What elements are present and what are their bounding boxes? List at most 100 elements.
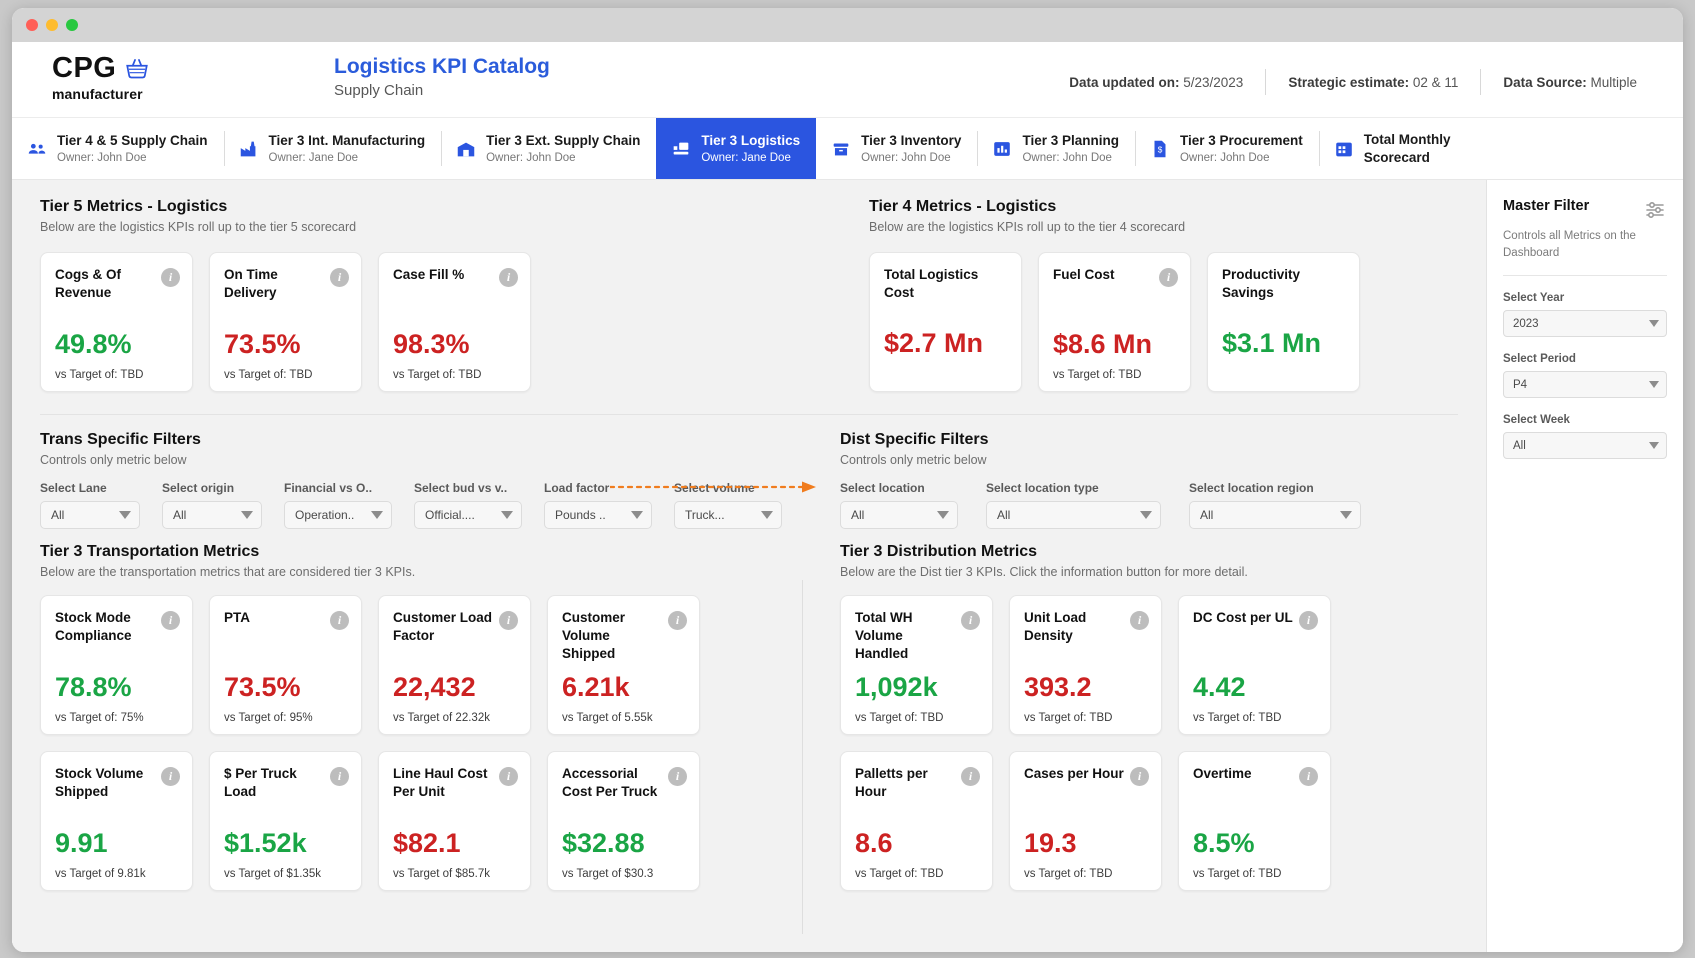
chevron-down-icon	[1649, 320, 1659, 327]
filter-label: Select Year	[1503, 292, 1667, 304]
page-title-block: Logistics KPI Catalog Supply Chain	[334, 54, 550, 99]
tier5-subtitle: Below are the logistics KPIs roll up to …	[40, 220, 857, 234]
maximize-window-button[interactable]	[66, 19, 78, 31]
tier3-transport-title: Tier 3 Transportation Metrics	[40, 543, 812, 561]
kpi-card[interactable]: Palletts per Hour i 8.6 vs Target of: TB…	[840, 751, 993, 891]
select-week-dropdown[interactable]: All	[1503, 432, 1667, 459]
kpi-card[interactable]: Customer Volume Shipped i 6.21k vs Targe…	[547, 595, 700, 735]
kpi-card[interactable]: On Time Delivery i 73.5% vs Target of: T…	[209, 252, 362, 392]
kpi-title: Total Logistics Cost	[884, 266, 988, 302]
select-lane-dropdown[interactable]: All	[40, 501, 140, 529]
tab-tier-3-planning[interactable]: Tier 3 Planning Owner: John Doe	[977, 118, 1135, 179]
info-icon[interactable]: i	[161, 767, 180, 786]
info-icon[interactable]: i	[1130, 767, 1149, 786]
column-divider	[802, 580, 803, 934]
tab-total-monthly-scorecard[interactable]: Total Monthly Scorecard	[1319, 118, 1470, 179]
info-icon[interactable]: i	[668, 767, 687, 786]
kpi-card[interactable]: DC Cost per UL i 4.42 vs Target of: TBD	[1178, 595, 1331, 735]
select-value: All	[1200, 508, 1213, 522]
info-icon[interactable]: i	[1159, 268, 1178, 287]
tab-tier-3-int-manufacturing[interactable]: Tier 3 Int. Manufacturing Owner: Jane Do…	[224, 118, 442, 179]
kpi-title: Total WH Volume Handled	[855, 609, 959, 662]
info-icon[interactable]: i	[1299, 767, 1318, 786]
select-bud-vs-v-dropdown[interactable]: Official....	[414, 501, 522, 529]
select-value: Official....	[425, 508, 475, 522]
select-location-region-dropdown[interactable]: All	[1189, 501, 1361, 529]
tab-tier-3-logistics[interactable]: Tier 3 Logistics Owner: Jane Doe	[656, 118, 816, 179]
kpi-value: $1.52k	[224, 830, 349, 857]
kpi-value: 73.5%	[224, 331, 349, 358]
kpi-value: 393.2	[1024, 674, 1149, 701]
tab-owner: Owner: John Doe	[1022, 151, 1119, 166]
financial-vs-o-dropdown[interactable]: Operation..	[284, 501, 392, 529]
trans-filters-title: Trans Specific Filters	[40, 431, 812, 449]
info-icon[interactable]: i	[161, 611, 180, 630]
tab-tier-3-procurement[interactable]: $ Tier 3 Procurement Owner: John Doe	[1135, 118, 1319, 179]
kpi-card[interactable]: Unit Load Density i 393.2 vs Target of: …	[1009, 595, 1162, 735]
kpi-target: vs Target of $1.35k	[224, 868, 349, 880]
info-icon[interactable]: i	[961, 611, 980, 630]
kpi-card[interactable]: Total Logistics Cost $2.7 Mn	[869, 252, 1022, 392]
kpi-card[interactable]: Stock Mode Compliance i 78.8% vs Target …	[40, 595, 193, 735]
kpi-card[interactable]: Line Haul Cost Per Unit i $82.1 vs Targe…	[378, 751, 531, 891]
info-icon[interactable]: i	[499, 767, 518, 786]
kpi-card[interactable]: Accessorial Cost Per Truck i $32.88 vs T…	[547, 751, 700, 891]
tab-bar: Tier 4 & 5 Supply Chain Owner: John Doe …	[12, 118, 1486, 180]
tab-tier-3-inventory[interactable]: Tier 3 Inventory Owner: John Doe	[816, 118, 977, 179]
select-value: All	[997, 508, 1010, 522]
kpi-card[interactable]: $ Per Truck Load i $1.52k vs Target of $…	[209, 751, 362, 891]
tier4-cards: Total Logistics Cost $2.7 Mn Fuel Cost i…	[869, 252, 1457, 392]
main-content: Tier 5 Metrics - Logistics Below are the…	[12, 180, 1683, 952]
select-period-dropdown[interactable]: P4	[1503, 371, 1667, 398]
tier4-subtitle: Below are the logistics KPIs roll up to …	[869, 220, 1457, 234]
select-location-type-dropdown[interactable]: All	[986, 501, 1161, 529]
select-origin-dropdown[interactable]: All	[162, 501, 262, 529]
select-location-dropdown[interactable]: All	[840, 501, 958, 529]
kpi-card[interactable]: Stock Volume Shipped i 9.91 vs Target of…	[40, 751, 193, 891]
info-icon[interactable]: i	[668, 611, 687, 630]
info-icon[interactable]: i	[1299, 611, 1318, 630]
filter-group-select-year: Select Year 2023	[1503, 292, 1667, 337]
tab-owner: Owner: Jane Doe	[701, 151, 800, 166]
sliders-icon[interactable]	[1643, 198, 1667, 222]
tier4-title: Tier 4 Metrics - Logistics	[869, 198, 1457, 216]
kpi-card[interactable]: Case Fill % i 98.3% vs Target of: TBD	[378, 252, 531, 392]
kpi-card[interactable]: Fuel Cost i $8.6 Mn vs Target of: TBD	[1038, 252, 1191, 392]
tab-tier-3-ext-supply-chain[interactable]: Tier 3 Ext. Supply Chain Owner: John Doe	[441, 118, 656, 179]
master-filter-panel: Master Filter Controls all Metrics on th…	[1486, 180, 1683, 952]
info-icon[interactable]: i	[330, 611, 349, 630]
kpi-title: Fuel Cost	[1053, 266, 1157, 284]
tab-owner: Owner: John Doe	[1180, 151, 1303, 166]
kpi-card[interactable]: Total WH Volume Handled i 1,092k vs Targ…	[840, 595, 993, 735]
kpi-target: vs Target of: TBD	[855, 712, 980, 724]
info-icon[interactable]: i	[1130, 611, 1149, 630]
tier5-section: Tier 5 Metrics - Logistics Below are the…	[12, 180, 857, 392]
kpi-card[interactable]: Cases per Hour i 19.3 vs Target of: TBD	[1009, 751, 1162, 891]
master-filter-subtitle: Controls all Metrics on the Dashboard	[1503, 228, 1667, 261]
trans-filters-subtitle: Controls only metric below	[40, 453, 812, 467]
info-icon[interactable]: i	[161, 268, 180, 287]
info-icon[interactable]: i	[499, 611, 518, 630]
kpi-title: Unit Load Density	[1024, 609, 1128, 645]
kpi-value: 49.8%	[55, 331, 180, 358]
info-icon[interactable]: i	[330, 268, 349, 287]
tabstrip-filler	[1486, 118, 1683, 180]
kpi-card[interactable]: Productivity Savings $3.1 Mn	[1207, 252, 1360, 392]
close-window-button[interactable]	[26, 19, 38, 31]
kpi-card[interactable]: Customer Load Factor i 22,432 vs Target …	[378, 595, 531, 735]
app-header: CPG manufacturer Logistics KPI Catalog S…	[12, 42, 1683, 118]
kpi-card[interactable]: PTA i 73.5% vs Target of: 95%	[209, 595, 362, 735]
info-icon[interactable]: i	[499, 268, 518, 287]
tab-tier-4-5-supply-chain[interactable]: Tier 4 & 5 Supply Chain Owner: John Doe	[12, 118, 224, 179]
kpi-card[interactable]: Overtime i 8.5% vs Target of: TBD	[1178, 751, 1331, 891]
kpi-card[interactable]: Cogs & Of Revenue i 49.8% vs Target of: …	[40, 252, 193, 392]
select-volume-dropdown[interactable]: Truck...	[674, 501, 782, 529]
chevron-down-icon	[1340, 511, 1352, 519]
info-icon[interactable]: i	[330, 767, 349, 786]
load-factor-dropdown[interactable]: Pounds ..	[544, 501, 652, 529]
select-year-dropdown[interactable]: 2023	[1503, 310, 1667, 337]
filter-label: Select location type	[986, 481, 1161, 495]
tab-label: Tier 3 Logistics	[701, 132, 800, 149]
minimize-window-button[interactable]	[46, 19, 58, 31]
info-icon[interactable]: i	[961, 767, 980, 786]
